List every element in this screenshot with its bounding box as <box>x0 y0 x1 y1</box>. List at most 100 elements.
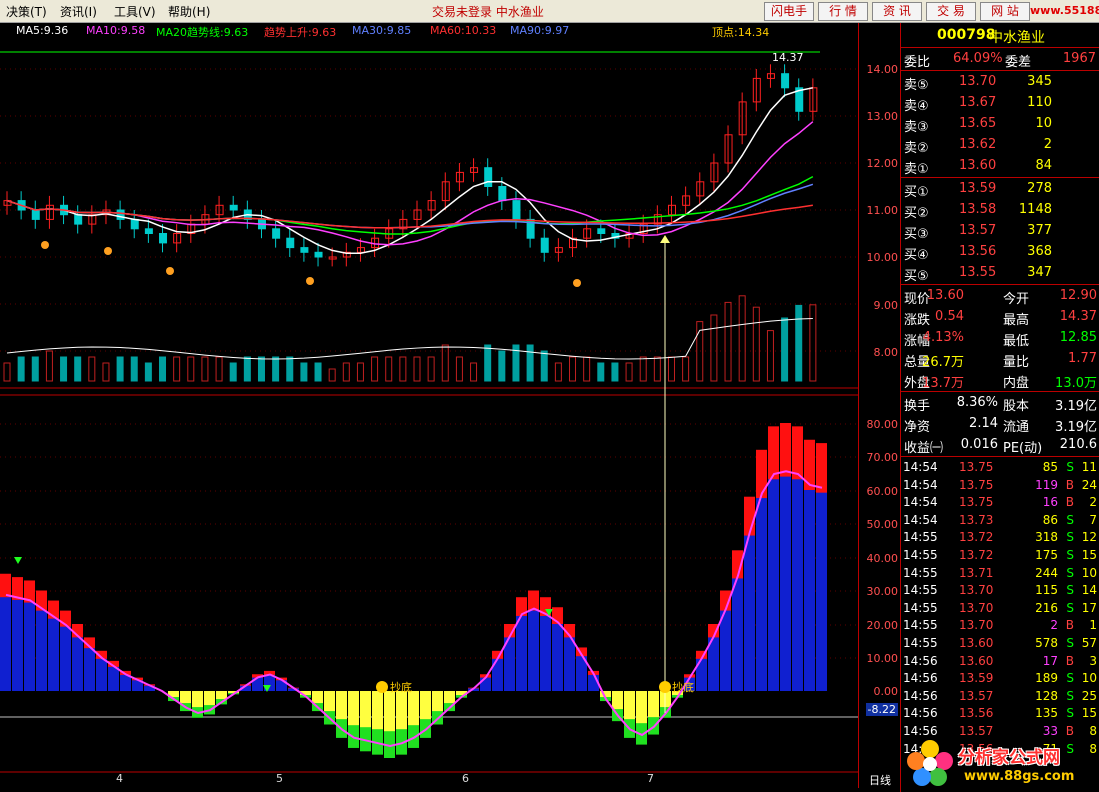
axis-label: 12.00 <box>866 157 899 170</box>
volume-bar <box>286 356 294 382</box>
tick-row: 14:56 13.56 135 S 15 <box>901 705 1099 722</box>
tick-side: B <box>1065 495 1074 510</box>
signal-dot <box>41 241 49 249</box>
volume-bar <box>413 356 421 382</box>
axis-label: 20.00 <box>866 619 899 632</box>
stat-label: 最高 <box>1003 313 1030 328</box>
candle-body <box>484 167 493 187</box>
tick-price: 13.75 <box>959 495 994 510</box>
buy-row: 买⑤ 13.55 347 <box>901 263 1099 284</box>
volume-bar <box>710 314 718 382</box>
flash-trade-button[interactable]: 闪电手 <box>764 2 814 21</box>
website-button[interactable]: 网 站 <box>980 2 1030 21</box>
stat-label: 净资 <box>904 420 931 435</box>
candle-body <box>116 209 125 220</box>
tick-volume: 216 <box>1035 600 1058 615</box>
tick-count: 3 <box>1089 653 1097 668</box>
osc-bar-blue <box>480 677 491 691</box>
volume-bar <box>484 344 492 382</box>
osc-bar-yellow <box>408 691 419 726</box>
tick-volume: 318 <box>1035 530 1058 545</box>
sell-volume: 345 <box>1027 74 1052 89</box>
osc-bar-yellow <box>324 691 335 712</box>
tick-time: 14:54 <box>903 495 938 510</box>
volume-ma-line <box>6 318 813 360</box>
site-url: www.55188.com <box>1030 4 1099 17</box>
volume-bar <box>597 362 605 382</box>
volume-bar <box>583 356 591 382</box>
menu-decision[interactable]: 决策(T) <box>6 3 47 20</box>
volume-bar <box>455 356 463 382</box>
osc-bar-blue <box>24 602 35 691</box>
volume-bar <box>498 350 506 382</box>
tick-row: 14:54 13.75 119 B 24 <box>901 477 1099 494</box>
osc-bar-yellow <box>192 691 203 708</box>
sell-row: 卖③ 13.65 10 <box>901 114 1099 135</box>
news-button[interactable]: 资 讯 <box>872 2 922 21</box>
stat-row: 外盘 13.7万 内盘 13.0万 <box>901 370 1099 391</box>
buy-level-label: 买③ <box>904 227 929 242</box>
volume-bar <box>257 356 265 382</box>
date-label: 4 <box>116 772 123 785</box>
volume-bar <box>639 356 647 382</box>
stat-value: 12.85 <box>1059 330 1097 345</box>
tick-price: 13.70 <box>959 600 994 615</box>
stat-value: 1.77 <box>1068 351 1097 366</box>
menu-tools[interactable]: 工具(V) <box>114 3 156 20</box>
trade-button[interactable]: 交 易 <box>926 2 976 21</box>
axis-label: 80.00 <box>866 418 899 431</box>
tick-price: 13.72 <box>959 530 994 545</box>
volume-bar <box>682 356 690 382</box>
osc-bar-blue <box>552 624 563 691</box>
date-label: 7 <box>647 772 654 785</box>
osc-bar-yellow <box>204 691 215 706</box>
tick-side: S <box>1066 636 1074 650</box>
tick-volume: 128 <box>1035 688 1058 703</box>
stat-row: 收益㈠ 0.016 PE(动) 210.6 <box>901 435 1099 456</box>
buy-row: 买① 13.59 278 <box>901 179 1099 200</box>
osc-bar-blue <box>36 610 47 691</box>
tick-time: 14:55 <box>903 636 938 650</box>
axis-label: 40.00 <box>866 552 899 565</box>
tick-count: 1 <box>1089 618 1097 633</box>
axis-label: 50.00 <box>866 518 899 531</box>
osc-bar-blue <box>564 637 575 691</box>
osc-bar-blue <box>792 479 803 691</box>
tick-row: 14:55 13.72 175 S 15 <box>901 547 1099 564</box>
osc-bar-blue <box>72 637 83 691</box>
candle-body <box>31 209 40 220</box>
candle-body <box>781 73 790 89</box>
osc-bar-yellow <box>624 691 635 720</box>
quote-button[interactable]: 行 情 <box>818 2 868 21</box>
tick-price: 13.75 <box>959 477 994 492</box>
osc-bar-yellow <box>444 691 455 704</box>
axis-label: 8.00 <box>873 346 899 359</box>
period-label[interactable]: 日线 <box>869 772 891 788</box>
weicha-label: 委差 <box>1005 55 1032 70</box>
arrow-marker <box>660 235 670 243</box>
volume-bar <box>399 356 407 382</box>
tick-count: 24 <box>1081 477 1097 492</box>
sell-volume: 2 <box>1043 137 1052 152</box>
menu-bar: 决策(T) 资讯(I) 工具(V) 帮助(H) 交易未登录 中水渔业 闪电手 行… <box>0 0 1099 23</box>
sell-price: 13.70 <box>959 74 997 89</box>
tick-row: 14:55 13.60 578 S 57 <box>901 635 1099 652</box>
volume-bar <box>130 356 138 382</box>
volume-bar <box>569 356 577 382</box>
stat-label: 内盘 <box>1003 376 1030 391</box>
buy-level-label: 买① <box>904 185 929 200</box>
sell-volume: 84 <box>1035 158 1052 173</box>
tick-time: 14:56 <box>903 688 938 703</box>
menu-info[interactable]: 资讯(I) <box>60 3 97 20</box>
ma20-line <box>6 175 814 235</box>
tick-row: 14:56 13.57 128 S 25 <box>901 688 1099 705</box>
buy-price: 13.58 <box>959 202 997 217</box>
tick-side: S <box>1066 671 1074 686</box>
menu-help[interactable]: 帮助(H) <box>168 3 210 20</box>
stock-chart[interactable]: 14.37 抄底 抄底 <box>0 23 858 788</box>
value-axis: 14.00 13.00 12.00 11.00 10.00 9.00 8.00 … <box>858 23 901 788</box>
osc-bar-blue <box>516 615 527 691</box>
volume-bar <box>17 356 25 382</box>
tick-price: 13.56 <box>959 706 994 721</box>
tick-price: 13.70 <box>959 618 994 633</box>
